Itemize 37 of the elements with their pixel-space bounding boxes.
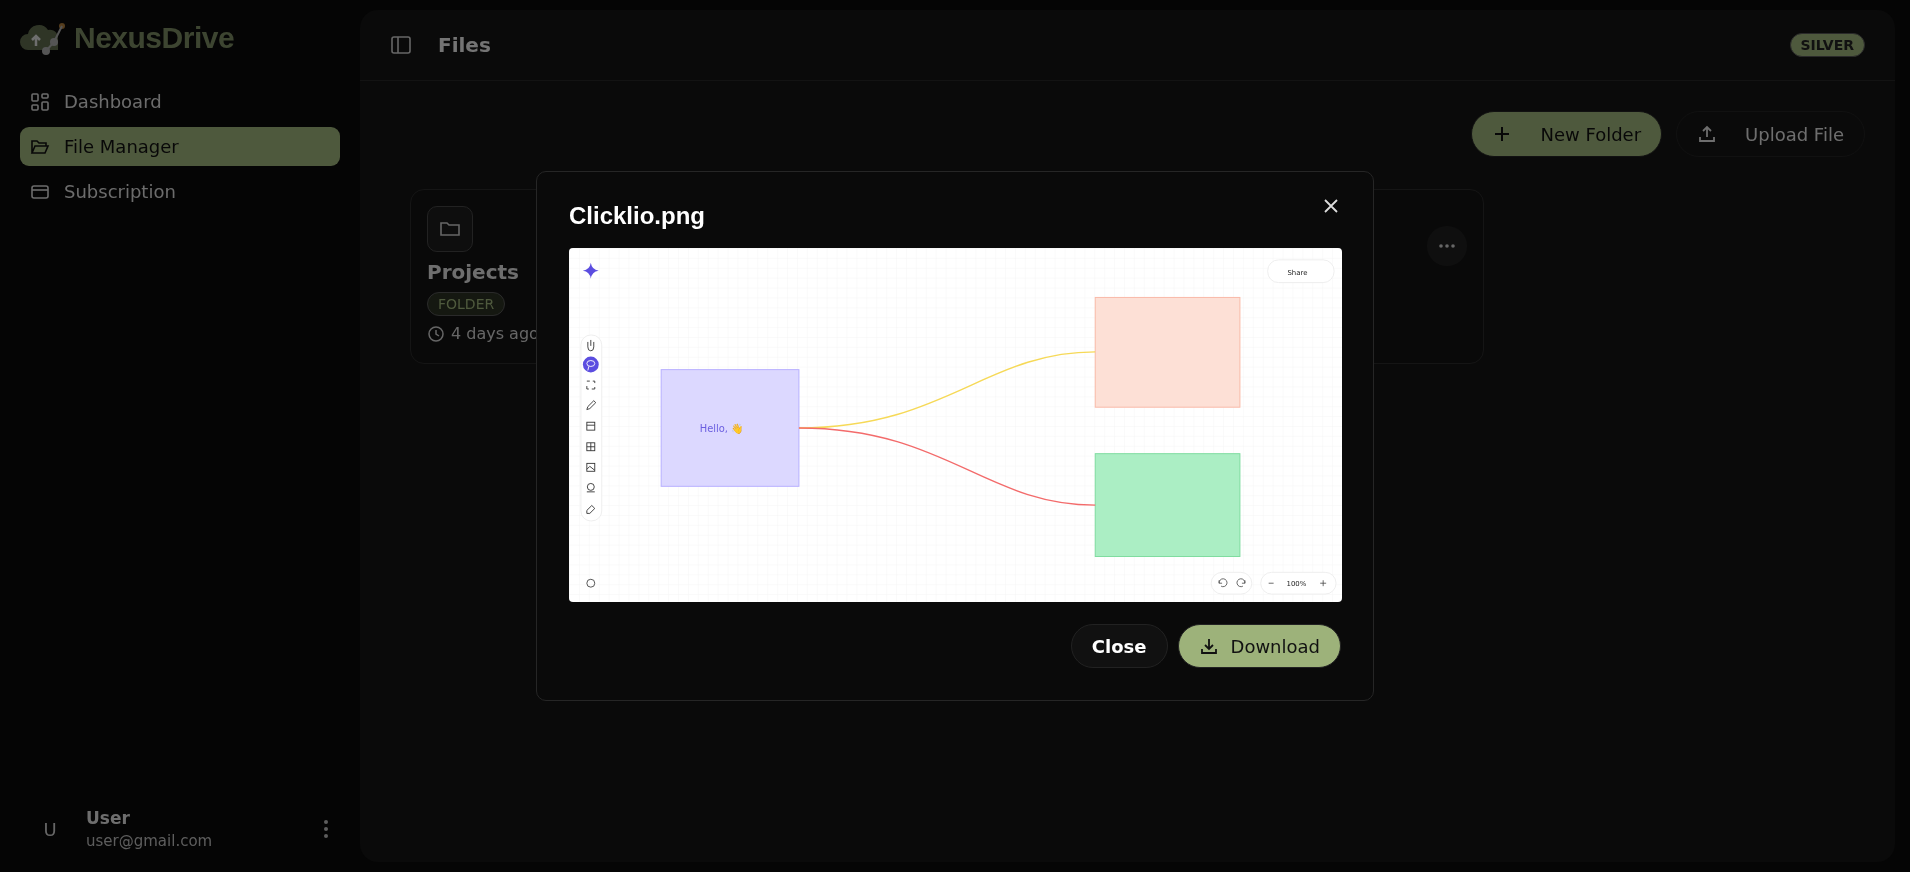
folder-icon bbox=[427, 206, 473, 252]
more-icon bbox=[1439, 244, 1455, 248]
user-email: user@gmail.com bbox=[86, 832, 214, 850]
close-button[interactable]: Close bbox=[1070, 624, 1168, 668]
frame-tool-icon[interactable] bbox=[586, 421, 596, 431]
lasso-tool-icon[interactable] bbox=[586, 360, 596, 371]
clock-icon bbox=[427, 324, 445, 343]
recenter-icon[interactable] bbox=[586, 578, 596, 588]
sidebar-item[interactable]: Dashboard bbox=[20, 82, 340, 121]
undo-redo-control[interactable] bbox=[1210, 571, 1253, 595]
user-avatar: U bbox=[42, 817, 58, 842]
upload-icon bbox=[1697, 124, 1718, 144]
more-icon[interactable] bbox=[322, 819, 330, 839]
plan-badge: SILVER bbox=[1789, 33, 1865, 57]
new-folder-button[interactable]: New Folder bbox=[1471, 111, 1663, 157]
brand-name: NexusDrive bbox=[74, 21, 235, 55]
sidebar-item[interactable]: Subscription bbox=[20, 172, 340, 211]
download-icon bbox=[1198, 636, 1219, 656]
sidebar-toggle-icon[interactable] bbox=[390, 34, 412, 56]
sidebar-item[interactable]: File Manager bbox=[20, 127, 340, 166]
dashboard-icon bbox=[30, 91, 50, 112]
folder-name: Projects bbox=[427, 260, 519, 284]
page-title: Files bbox=[438, 33, 492, 57]
dialog-title: Clicklio.png bbox=[569, 202, 705, 230]
download-button[interactable]: Download bbox=[1177, 624, 1341, 668]
sparkle-logo-icon bbox=[582, 262, 599, 279]
select-tool-icon[interactable] bbox=[586, 380, 596, 390]
user-name: User bbox=[86, 808, 131, 828]
hand-tool-icon[interactable] bbox=[587, 339, 595, 352]
image-tool-icon[interactable] bbox=[586, 462, 596, 472]
folder-tag: FOLDER bbox=[427, 292, 506, 316]
table-tool-icon[interactable] bbox=[586, 442, 596, 452]
upload-file-button[interactable]: Upload File bbox=[1676, 111, 1865, 157]
pen-tool-icon[interactable] bbox=[586, 400, 597, 410]
node-text: Hello, 👋 bbox=[699, 422, 744, 434]
eraser-tool-icon[interactable] bbox=[586, 505, 596, 514]
webcam-tool-icon[interactable] bbox=[586, 483, 596, 493]
